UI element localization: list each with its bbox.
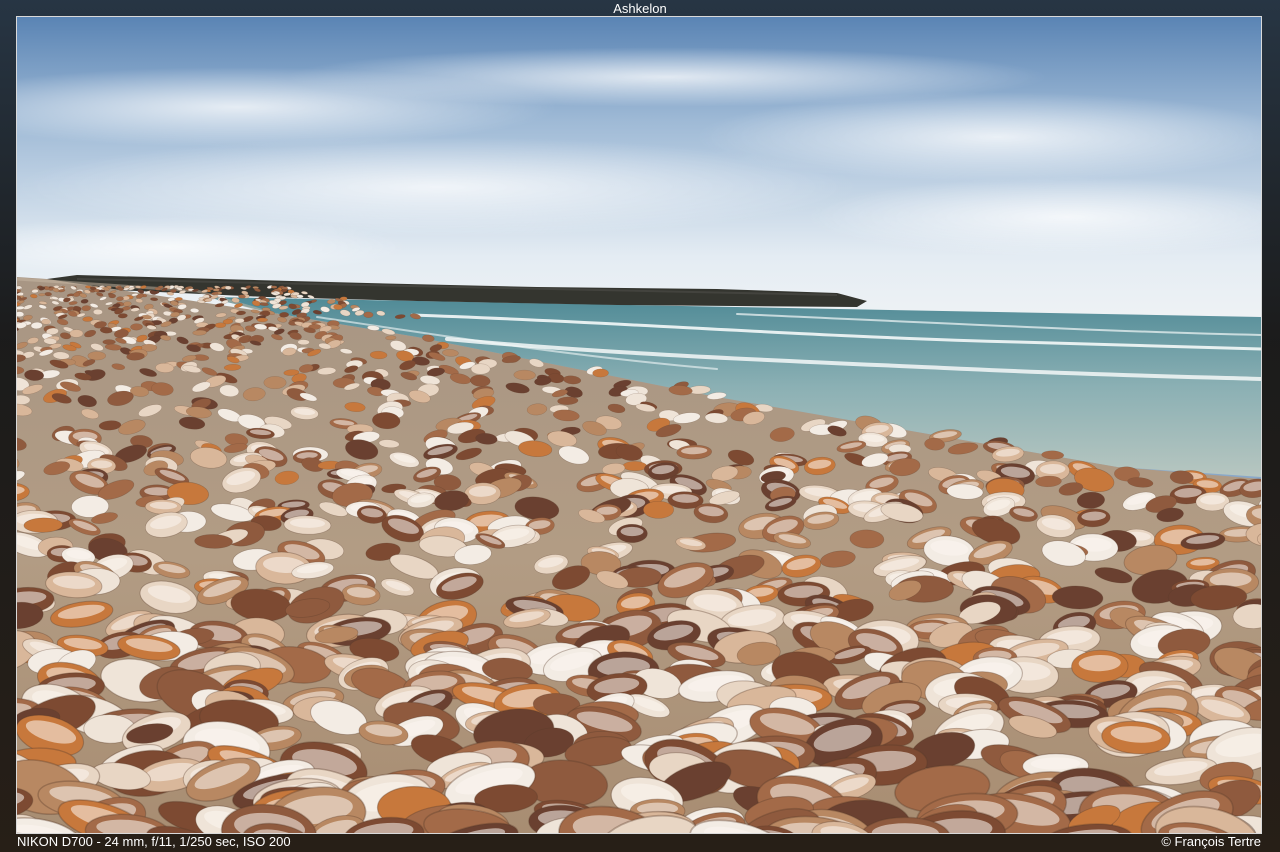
shell — [270, 285, 278, 289]
shell — [224, 285, 232, 290]
shell — [234, 318, 245, 324]
shell — [108, 293, 116, 299]
shell — [44, 291, 52, 297]
shell — [263, 376, 287, 390]
shell — [622, 461, 648, 472]
shell — [214, 322, 227, 328]
exif-caption: NIKON D700 - 24 mm, f/11, 1/250 sec, ISO… — [17, 834, 291, 849]
shell — [470, 363, 491, 375]
shell — [174, 297, 183, 301]
shell — [41, 318, 51, 325]
shell — [297, 339, 310, 346]
shell — [643, 500, 674, 519]
shell — [17, 311, 25, 318]
shell — [93, 309, 103, 315]
shell — [81, 305, 91, 312]
shell — [69, 329, 84, 338]
shell — [87, 351, 106, 361]
shell — [212, 288, 220, 292]
credit-caption: © François Tertre — [1161, 834, 1261, 849]
shell — [98, 289, 106, 293]
shell — [150, 297, 159, 302]
beach-shells-photo — [16, 16, 1262, 834]
shell — [117, 313, 128, 319]
shell — [238, 294, 246, 299]
shell — [102, 339, 116, 345]
shell — [130, 323, 143, 331]
shell — [592, 368, 609, 378]
shell — [279, 312, 289, 318]
shell — [256, 317, 268, 323]
shell — [38, 293, 46, 297]
shell — [363, 311, 374, 318]
photo-title: Ashkelon — [613, 1, 667, 16]
photo-viewer: Ashkelon NIKON D700 - 24 mm, f/11, 1/250… — [0, 0, 1280, 852]
